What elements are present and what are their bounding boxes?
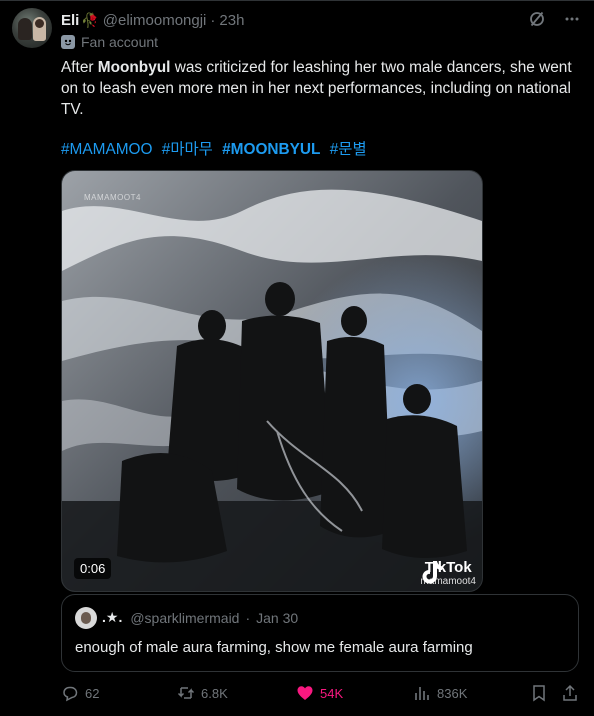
quoted-post-text: enough of male aura farming, show me fem… (75, 639, 473, 656)
video-player[interactable]: MAMAMOOT4 0:06 TikTok mamamoot4 (61, 170, 483, 592)
share-icon (561, 684, 579, 702)
quoted-time-separator: · (245, 609, 251, 626)
views-icon (413, 684, 431, 702)
author-name[interactable]: Eli (61, 12, 79, 29)
hashtag[interactable]: #마마무 (162, 141, 213, 158)
grok-icon[interactable] (528, 10, 546, 33)
author-handle[interactable]: @elimoomongji (103, 12, 207, 29)
post-text-bold: Moonbyul (97, 59, 171, 76)
post-header: Eli 🥀 @elimoomongji · 23h (61, 10, 244, 30)
like-count: 54K (320, 685, 344, 701)
quoted-post-date: Jan 30 (256, 609, 299, 626)
hashtag-list: #MAMAMOO #마마무 #MOONBYUL #문별 (61, 139, 372, 160)
heart-icon (296, 684, 314, 702)
quoted-author-handle[interactable]: @sparklimermaid (130, 610, 239, 626)
header-actions (528, 10, 580, 33)
quoted-author-avatar[interactable] (75, 607, 97, 629)
share-button[interactable] (561, 684, 579, 702)
repost-count: 6.8K (201, 685, 228, 701)
top-divider (0, 0, 594, 1)
quoted-author-name[interactable]: .★. (102, 609, 122, 626)
bookmark-button[interactable] (531, 684, 547, 702)
video-frame (62, 171, 482, 591)
more-options-icon[interactable] (564, 11, 580, 32)
post-actions: 62 6.8K 54K 836K (61, 684, 581, 704)
reply-count: 62 (85, 685, 100, 701)
corner-watermark: MAMAMOOT4 (84, 193, 141, 202)
quoted-post[interactable]: .★. @sparklimermaid · Jan 30 enough of m… (61, 594, 579, 672)
repost-button[interactable]: 6.8K (177, 684, 228, 702)
author-avatar[interactable] (12, 8, 52, 48)
time-separator: · (210, 11, 216, 29)
reply-icon (61, 684, 79, 702)
video-duration: 0:06 (74, 558, 112, 579)
post-text: After Moonbyul was criticized for leashi… (61, 57, 581, 120)
hashtag[interactable]: #문별 (330, 141, 367, 158)
account-label: Fan account (61, 34, 158, 50)
tiktok-watermark: TikTok mamamoot4 (420, 559, 476, 587)
author-emoji: 🥀 (81, 11, 99, 28)
views-button[interactable]: 836K (413, 684, 467, 702)
fan-account-icon (61, 35, 75, 49)
repost-icon (177, 684, 195, 702)
post-text-start: After (61, 59, 98, 76)
tiktok-handle: mamamoot4 (420, 576, 476, 587)
views-count: 836K (437, 685, 468, 701)
post-time[interactable]: 23h (219, 12, 244, 29)
hashtag[interactable]: #MOONBYUL (222, 141, 320, 158)
account-label-text: Fan account (81, 34, 159, 50)
like-button[interactable]: 54K (296, 684, 343, 702)
bookmark-icon (531, 684, 547, 702)
reply-button[interactable]: 62 (61, 684, 99, 702)
quoted-post-header: .★. @sparklimermaid · Jan 30 (102, 609, 298, 626)
hashtag[interactable]: #MAMAMOO (61, 141, 153, 158)
